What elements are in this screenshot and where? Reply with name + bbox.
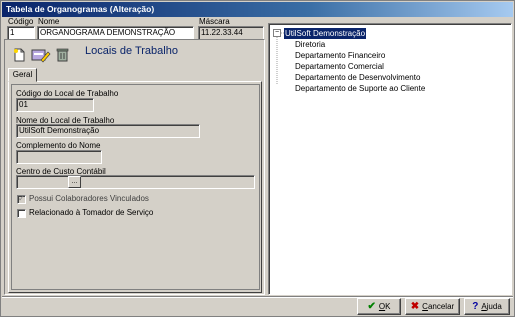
mascara-field: 11.22.33.44 <box>198 26 264 40</box>
tree-node-financeiro[interactable]: Departamento Financeiro <box>295 50 385 61</box>
help-label: juda <box>486 302 502 311</box>
codigo-local-field: 01 <box>16 98 94 112</box>
colaboradores-label: Possui Colaboradores Vinculados <box>29 194 149 203</box>
check-mark-icon: ✓ <box>18 194 25 203</box>
edit-form-icon[interactable] <box>29 47 51 63</box>
complemento-field <box>16 150 102 164</box>
nome-field[interactable]: ORGANOGRAMA DEMONSTRAÇÃO <box>37 26 194 40</box>
codigo-field[interactable]: 1 <box>7 26 35 40</box>
codigo-label: Código <box>8 17 34 26</box>
nome-local-field: UtilSoft Demonstração <box>16 124 200 138</box>
ok-button[interactable]: ✔ OK <box>357 298 401 315</box>
cancel-button[interactable]: ✖ Cancelar <box>405 298 460 315</box>
dialog-window: Tabela de Organogramas (Alteração) Códig… <box>0 0 515 317</box>
tree-node-desenvolvimento[interactable]: Departamento de Desenvolvimento <box>295 72 420 83</box>
complemento-label: Complemento do Nome <box>16 141 101 150</box>
tab-geral[interactable]: Geral <box>8 68 37 82</box>
section-title: Locais de Trabalho <box>85 45 178 57</box>
cancel-label: ancelar <box>427 302 455 311</box>
organogram-tree[interactable]: − UtilSoft Demonstração Diretoria Depart… <box>268 23 512 295</box>
tree-node-comercial[interactable]: Departamento Comercial <box>295 61 384 72</box>
tree-node-suporte[interactable]: Departamento de Suporte ao Cliente <box>295 83 425 94</box>
mascara-label: Máscara <box>199 17 230 26</box>
colaboradores-checkbox[interactable]: ✓ <box>17 194 26 204</box>
tomador-checkbox[interactable] <box>17 209 26 218</box>
ok-label: K <box>385 302 391 311</box>
tomador-label: Relacionado à Tomador de Serviço <box>29 208 154 217</box>
trash-icon[interactable] <box>53 47 71 63</box>
tree-root-node[interactable]: UtilSoft Demonstração <box>284 28 367 39</box>
new-document-icon[interactable] <box>10 47 28 63</box>
title-bar: Tabela de Organogramas (Alteração) <box>2 2 513 17</box>
centro-custo-field <box>16 175 255 189</box>
x-icon: ✖ <box>410 301 420 312</box>
check-icon: ✔ <box>367 301 376 312</box>
nome-label: Nome <box>38 17 60 26</box>
tree-node-diretoria[interactable]: Diretoria <box>295 39 325 50</box>
browse-button[interactable]: ... <box>68 176 81 188</box>
help-button[interactable]: ? Ajuda <box>464 298 510 315</box>
codigo-local-label: Código do Local de Trabalho <box>16 89 119 98</box>
help-icon: ? <box>472 301 479 312</box>
